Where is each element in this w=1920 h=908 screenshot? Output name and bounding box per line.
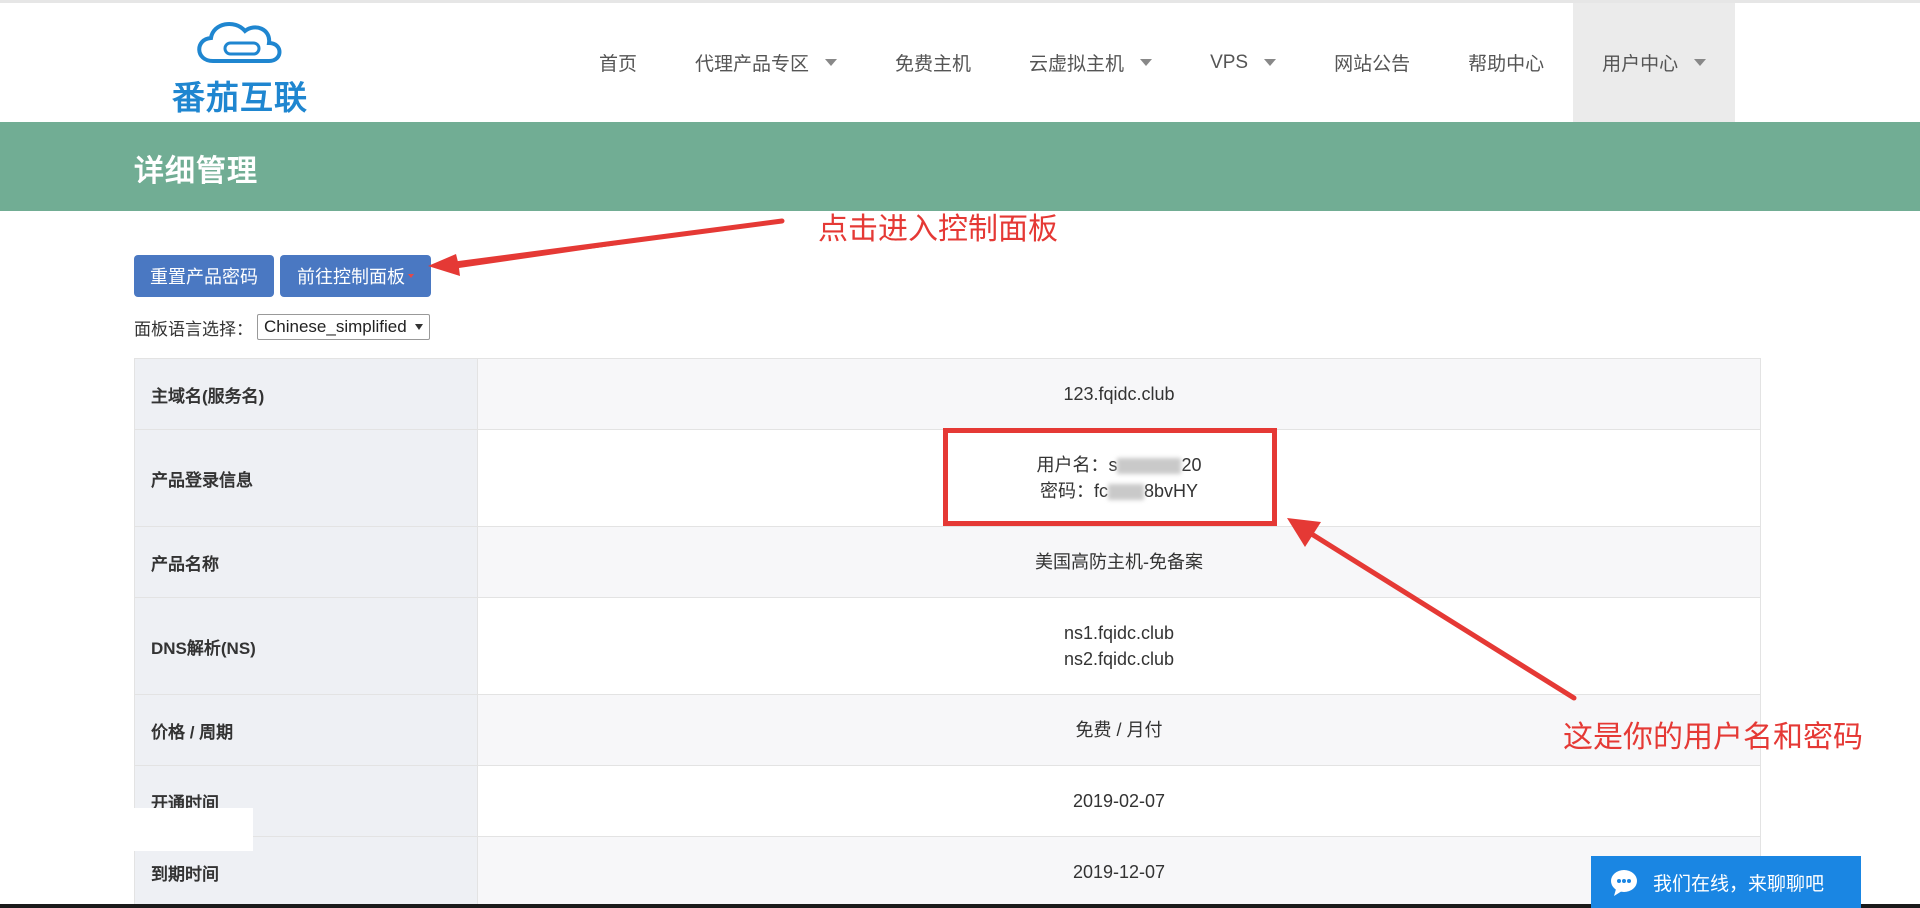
- arrow-to-credentials-box: [1287, 518, 1321, 547]
- annotation-arrows: [428, 218, 1577, 701]
- arrow-shaft-panel: [452, 218, 785, 267]
- chat-bubble-icon: [1611, 870, 1637, 896]
- live-chat-label: 我们在线，来聊聊吧: [1653, 873, 1825, 895]
- live-chat-button[interactable]: 我们在线，来聊聊吧: [1591, 856, 1861, 908]
- arrow-shaft-credentials: [1307, 530, 1577, 701]
